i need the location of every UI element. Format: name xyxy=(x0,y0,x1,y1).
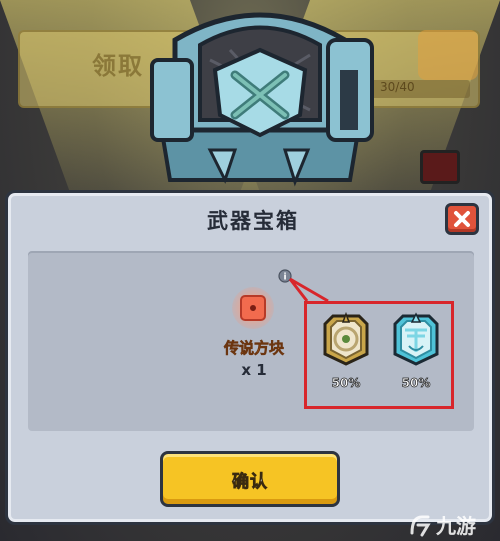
reward-percent: 50% xyxy=(331,376,361,391)
background-progress-text: 30/40 xyxy=(380,80,415,94)
background-chest-icon xyxy=(418,30,478,80)
reward-percent: 50% xyxy=(401,376,431,391)
ice-shield-weapon-icon xyxy=(393,312,439,366)
weapon-chest-icon xyxy=(150,12,374,187)
watermark-text: 九游 xyxy=(436,514,476,538)
svg-text:i: i xyxy=(283,273,286,283)
close-button[interactable] xyxy=(445,203,479,235)
background-banner-title: 领取 xyxy=(92,52,144,80)
reward-item[interactable]: 50% xyxy=(317,312,375,390)
weapon-chest-dialog: 武器宝箱 传说方块 x 1 i 50% 50% 确认 xyxy=(5,190,495,525)
background-side-icon xyxy=(420,150,460,184)
reward-highlight-box: 50% 50% xyxy=(304,301,454,409)
item-count: x 1 xyxy=(241,361,267,379)
close-x-icon xyxy=(454,211,470,227)
watermark: 九游 xyxy=(408,510,476,539)
info-icon[interactable]: i xyxy=(278,269,292,283)
confirm-button-label: 确认 xyxy=(232,471,268,492)
reward-item[interactable]: 50% xyxy=(387,312,445,390)
item-name: 传说方块 xyxy=(223,339,285,358)
gold-shield-weapon-icon xyxy=(323,312,369,366)
legendary-cube-icon[interactable] xyxy=(232,287,274,329)
confirm-button[interactable]: 确认 xyxy=(160,451,340,507)
watermark-logo-icon xyxy=(410,515,431,536)
dialog-title: 武器宝箱 xyxy=(207,209,299,233)
reward-panel: 传说方块 x 1 i 50% 50% xyxy=(28,251,474,431)
